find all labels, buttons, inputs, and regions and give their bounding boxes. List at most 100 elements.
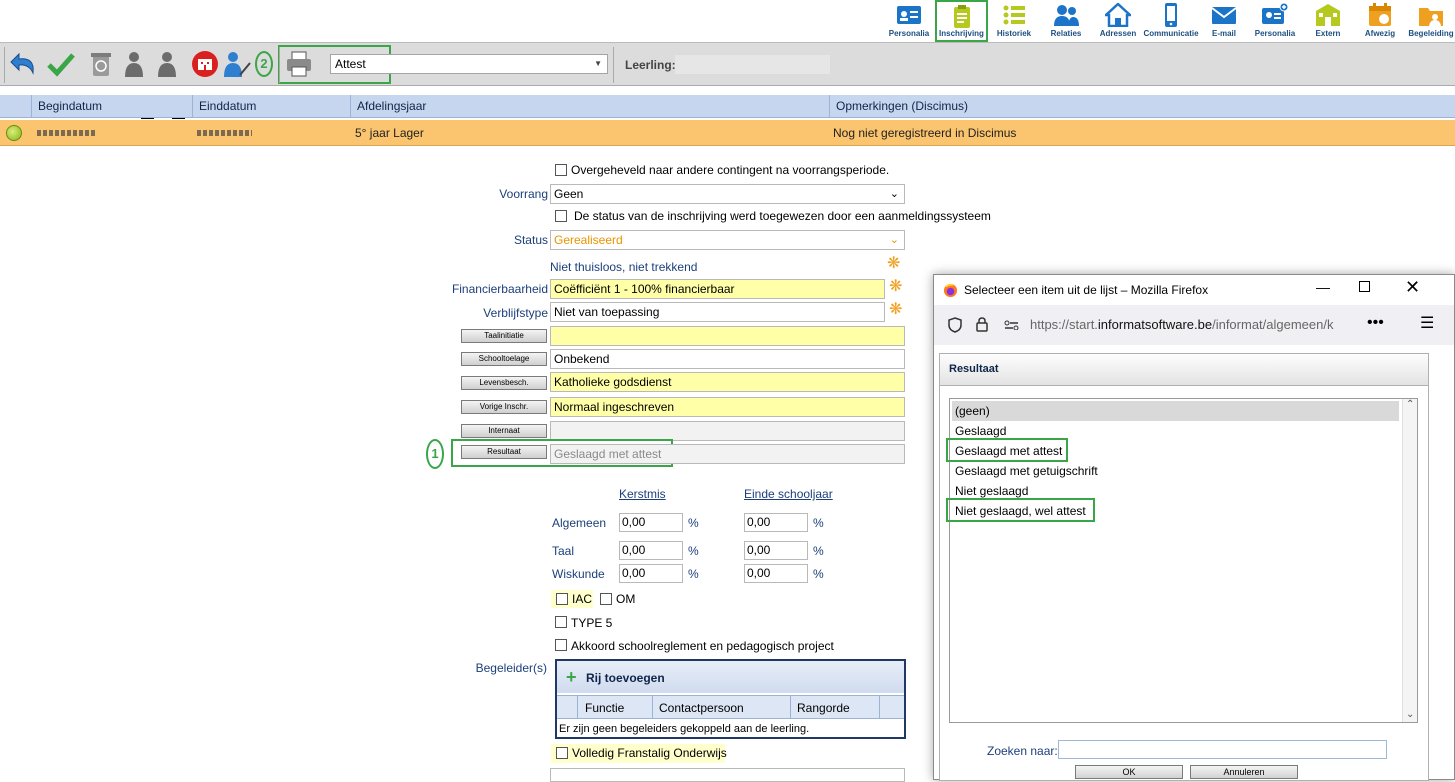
leerling-label: Leerling: xyxy=(625,58,676,72)
pct-label: % xyxy=(813,567,824,581)
scroll-up-icon[interactable]: ⌃ xyxy=(1406,399,1414,410)
pct-label: % xyxy=(813,516,824,530)
franstalig-checkbox[interactable] xyxy=(556,747,568,759)
row-opmerkingen: Nog niet geregistreerd in Discimus xyxy=(833,126,1017,140)
list-item[interactable]: Geslaagd met getuigschrift xyxy=(952,461,1399,481)
report-select[interactable]: Attest ▼ xyxy=(330,54,608,74)
person-k-icon[interactable] xyxy=(123,49,153,79)
voorrang-select[interactable]: Geen ⌄ xyxy=(550,184,905,204)
verblijf-field[interactable]: Niet van toepassing xyxy=(550,302,885,322)
list-item[interactable]: (geen) xyxy=(952,401,1399,421)
nav-personalia-extra[interactable]: Personalia xyxy=(1250,0,1300,42)
vorige-inschr-field[interactable]: Normaal ingeschreven xyxy=(550,397,905,417)
wiskunde-einde-input[interactable]: 0,00 xyxy=(744,564,808,583)
algemeen-einde-input[interactable]: 0,00 xyxy=(744,513,808,532)
maximize-icon[interactable] xyxy=(1359,281,1370,292)
grid-row[interactable]: 5° jaar Lager Nog niet geregistreerd in … xyxy=(0,120,1455,146)
internaat-field[interactable] xyxy=(550,421,905,441)
internaat-button[interactable]: Internaat xyxy=(461,424,547,438)
pct-label: % xyxy=(688,516,699,530)
printer-icon[interactable] xyxy=(284,49,314,79)
financier-label: Financierbaarheid xyxy=(451,282,548,296)
calendar-icon xyxy=(1369,3,1391,26)
popup-titlebar: Selecteer een item uit de lijst – Mozill… xyxy=(934,275,1454,305)
nav-email[interactable]: E-mail xyxy=(1202,0,1246,42)
more-icon[interactable]: ••• xyxy=(1367,314,1384,332)
taal-kerst-input[interactable]: 0,00 xyxy=(619,541,683,560)
begeleiders-header: Functie Contactpersoon Rangorde xyxy=(557,695,904,719)
col-opmerkingen[interactable]: Opmerkingen (Discimus) xyxy=(829,95,1455,118)
person-s-icon[interactable] xyxy=(156,49,186,79)
undo-icon[interactable] xyxy=(9,49,39,79)
listbox-scrollbar[interactable]: ⌃ ⌄ xyxy=(1402,399,1417,722)
permissions-icon[interactable] xyxy=(1004,320,1019,330)
overgeheveld-checkbox[interactable] xyxy=(555,164,567,176)
col-afdelingsjaar[interactable]: Afdelingsjaar xyxy=(350,95,829,118)
nav-personalia[interactable]: Personalia xyxy=(887,0,931,42)
url-field[interactable]: https://start.informatsoftware.be/inform… xyxy=(1030,317,1350,335)
resultaat-field[interactable]: Geslaagd met attest xyxy=(550,444,905,464)
taalinitiatie-button[interactable]: Taalinitiatie xyxy=(461,329,547,343)
dropdown-arrow-icon: ▼ xyxy=(594,59,602,68)
nav-label: Inschrijving xyxy=(939,29,984,38)
financier-field[interactable]: Coëfficiënt 1 - 100% financierbaar xyxy=(550,279,885,299)
schooltoelage-button[interactable]: Schooltoelage xyxy=(461,352,547,366)
nav-label: Afwezig xyxy=(1364,29,1396,38)
school-icon[interactable] xyxy=(190,49,220,79)
menu-icon[interactable]: ☰ xyxy=(1420,313,1434,333)
vorige-inschr-button[interactable]: Vorige Inschr. xyxy=(461,400,547,414)
nav-adressen[interactable]: Adressen xyxy=(1096,0,1140,42)
status-assigned-checkbox[interactable] xyxy=(555,210,567,222)
col-rangorde[interactable]: Rangorde xyxy=(797,701,850,715)
nav-afwezig[interactable]: Afwezig xyxy=(1358,0,1402,42)
wiskunde-kerst-input[interactable]: 0,00 xyxy=(619,564,683,583)
rij-toevoegen-button[interactable]: + Rij toevoegen xyxy=(566,667,786,687)
levensbesch-button[interactable]: Levensbesch. xyxy=(461,376,547,390)
pct-label: % xyxy=(688,544,699,558)
einde-schooljaar-header: Einde schooljaar xyxy=(744,487,833,501)
nav-inschrijving[interactable]: Inschrijving xyxy=(935,0,988,42)
taal-einde-input[interactable]: 0,00 xyxy=(744,541,808,560)
col-functie[interactable]: Functie xyxy=(585,701,624,715)
trash-icon[interactable] xyxy=(86,49,116,79)
col-begindatum[interactable]: Begindatum xyxy=(31,95,192,118)
algemeen-kerst-input[interactable]: 0,00 xyxy=(619,513,683,532)
score-label: Algemeen xyxy=(552,516,607,530)
levensbesch-field[interactable]: Katholieke godsdienst xyxy=(550,372,905,392)
nav-begeleiding[interactable]: Begeleiding xyxy=(1408,0,1454,42)
phone-icon xyxy=(1165,3,1177,27)
step-1-marker: 1 xyxy=(426,439,444,469)
schooltoelage-field[interactable]: Onbekend xyxy=(550,349,905,369)
shield-icon[interactable] xyxy=(948,317,962,333)
envelope-icon xyxy=(1211,7,1237,24)
nav-relaties[interactable]: Relaties xyxy=(1044,0,1088,42)
toolbar: K S 2 Attest ▼ Leerling: xyxy=(0,42,1455,119)
scroll-down-icon[interactable]: ⌄ xyxy=(1406,709,1414,720)
iac-checkbox[interactable] xyxy=(556,593,568,605)
ok-button[interactable]: OK xyxy=(1075,765,1183,779)
taalinitiatie-field[interactable] xyxy=(550,326,905,346)
minimize-icon[interactable]: — xyxy=(1316,279,1330,295)
building-icon xyxy=(1316,4,1340,26)
status-select[interactable]: Gerealiseerd ⌄ xyxy=(550,230,905,250)
zoeken-input[interactable] xyxy=(1058,740,1387,759)
akkoord-checkbox[interactable] xyxy=(555,639,567,651)
check-icon[interactable] xyxy=(46,49,76,79)
resultaat-button[interactable]: Resultaat xyxy=(461,445,547,459)
nav-historiek[interactable]: Historiek xyxy=(992,0,1036,42)
person-edit-icon[interactable] xyxy=(222,49,252,79)
om-checkbox[interactable] xyxy=(600,593,612,605)
nav-communicatie[interactable]: Communicatie xyxy=(1143,0,1199,42)
status-dot-icon xyxy=(6,125,22,141)
score-label: Taal xyxy=(552,544,575,558)
type5-checkbox[interactable] xyxy=(555,616,567,628)
annuleren-button[interactable]: Annuleren xyxy=(1190,765,1298,779)
clipboard-icon xyxy=(953,5,970,28)
col-contactpersoon[interactable]: Contactpersoon xyxy=(659,701,744,715)
lock-icon[interactable] xyxy=(976,317,988,332)
akkoord-label: Akkoord schoolreglement en pedagogisch p… xyxy=(571,639,834,653)
nav-extern[interactable]: Extern xyxy=(1306,0,1350,42)
col-einddatum[interactable]: Einddatum xyxy=(192,95,350,118)
close-icon[interactable]: ✕ xyxy=(1405,277,1420,298)
house-icon xyxy=(1105,3,1131,27)
